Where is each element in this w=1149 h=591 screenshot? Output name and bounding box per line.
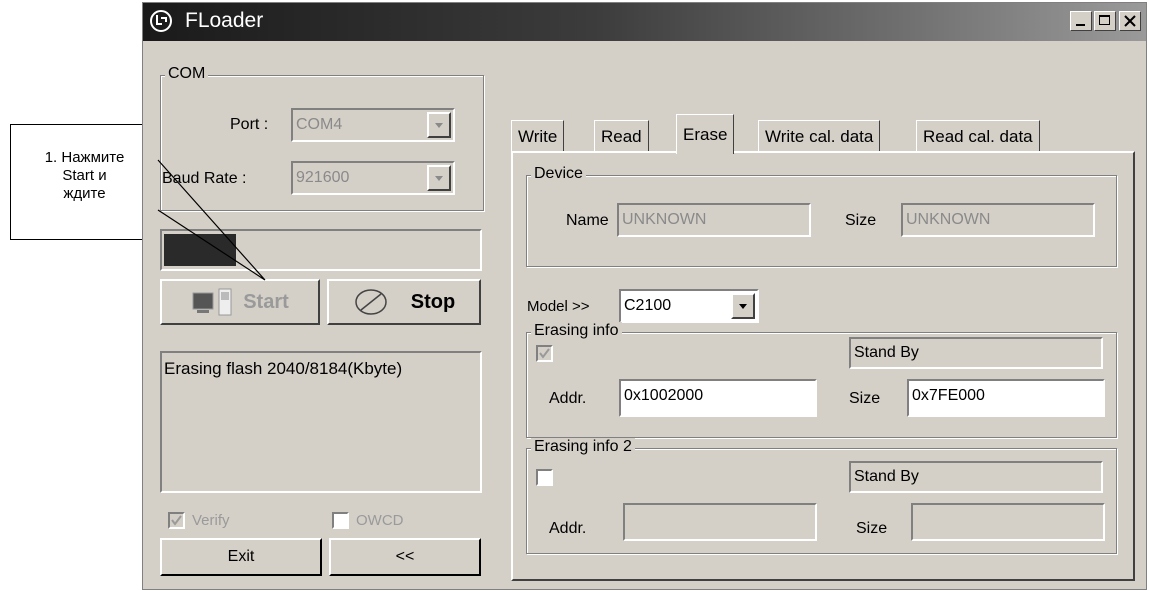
callout-pointer <box>157 159 266 281</box>
tab-erase[interactable]: Erase <box>676 114 735 154</box>
tab-erase-label: Erase <box>683 124 728 144</box>
